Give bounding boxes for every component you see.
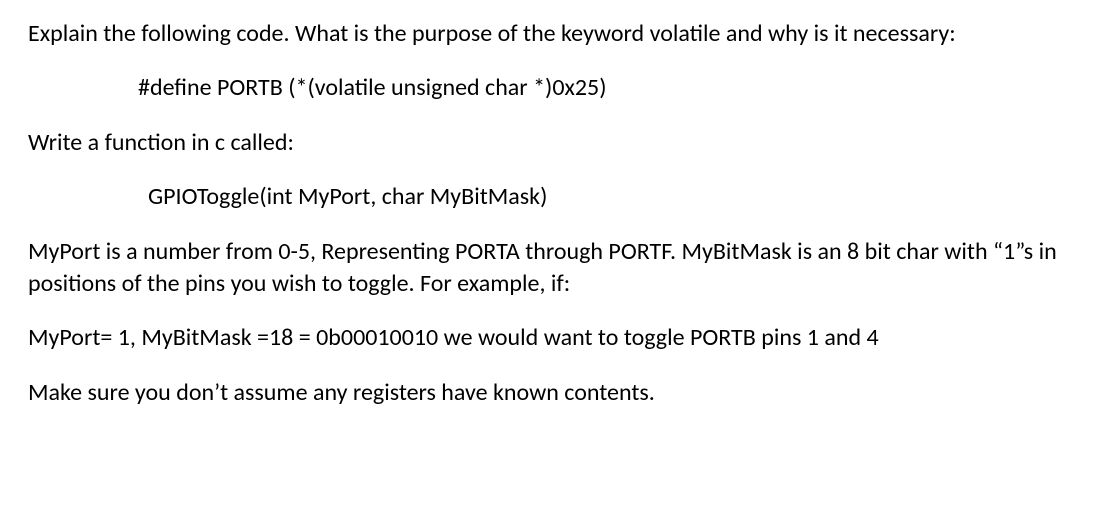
example-paragraph: MyPort= 1, MyBitMask =18 = 0b00010010 we… bbox=[28, 322, 1092, 354]
write-function-paragraph: Write a function in c called: bbox=[28, 127, 1092, 159]
function-signature-line: GPIOToggle(int MyPort, char MyBitMask) bbox=[28, 181, 1092, 213]
define-code-line: #define PORTB (*(volatile unsigned char … bbox=[28, 72, 1092, 104]
myport-description-paragraph: MyPort is a number from 0-5, Representin… bbox=[28, 236, 1092, 301]
intro-paragraph: Explain the following code. What is the … bbox=[28, 18, 1092, 50]
note-paragraph: Make sure you don’t assume any registers… bbox=[28, 377, 1092, 409]
